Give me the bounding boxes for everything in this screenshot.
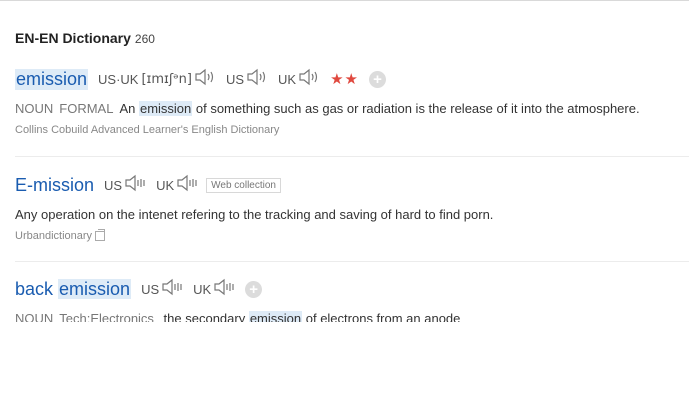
- pron-label-uk: UK: [156, 177, 175, 193]
- register-label: FORMAL: [59, 101, 114, 116]
- pron-label-us: US: [225, 71, 245, 87]
- definition-line: Any operation on the intenet refering to…: [15, 207, 494, 222]
- frequency-stars: ★★: [330, 71, 360, 88]
- speaker-icon[interactable]: [213, 278, 235, 301]
- plus-circle-icon[interactable]: +: [245, 280, 263, 298]
- definition-pre: the secondary: [159, 311, 249, 322]
- headword-link[interactable]: back emission: [15, 278, 132, 300]
- dict-entry-e-mission: E-mission US UK Web collection Any opera…: [15, 174, 689, 242]
- phonetic: [ɪmɪʃᵊn]: [141, 71, 192, 87]
- speaker-icon[interactable]: [298, 68, 320, 91]
- definition-post: of something such as gas or radiation is…: [192, 101, 640, 116]
- headword-highlight: emission: [58, 278, 132, 299]
- headword-link[interactable]: emission: [15, 68, 89, 90]
- web-collection-badge: Web collection: [206, 177, 281, 193]
- pron-label-us: US: [141, 281, 160, 297]
- entry-divider: [15, 261, 689, 262]
- definition-post: of electrons from an anode: [302, 311, 461, 322]
- definition-pre: An: [119, 101, 139, 116]
- dict-entry-emission: emission US·UK [ɪmɪʃᵊn] US UK ★★ + NOUN F…: [15, 68, 689, 136]
- entry-headline: back emission US UK +: [15, 278, 689, 300]
- pron-label-us-uk: US·UK: [98, 71, 139, 87]
- pron-label-uk: UK: [278, 71, 297, 87]
- source-text: Urbandictionary: [15, 230, 93, 242]
- section-title-text: EN-EN Dictionary: [15, 30, 131, 46]
- dict-entry-back-emission: back emission US UK + NOUN Tech:Electroni…: [15, 278, 689, 322]
- pron-label-us: US: [104, 177, 123, 193]
- headword-pre: back: [15, 278, 59, 299]
- results-list[interactable]: emission US·UK [ɪmɪʃᵊn] US UK ★★ + NOUN F…: [0, 60, 689, 322]
- result-count: 260: [134, 32, 155, 46]
- entry-divider: [15, 156, 689, 157]
- speaker-icon[interactable]: [124, 174, 146, 197]
- speaker-icon[interactable]: [246, 68, 268, 91]
- part-of-speech: NOUN: [15, 311, 54, 322]
- part-of-speech: NOUN: [15, 101, 54, 116]
- copy-icon[interactable]: [95, 229, 106, 242]
- top-divider: [0, 0, 689, 1]
- speaker-icon[interactable]: [176, 174, 198, 197]
- pron-label-uk: UK: [193, 281, 212, 297]
- definition-highlight: emission: [248, 311, 303, 322]
- source-label: Collins Cobuild Advanced Learner's Engli…: [15, 124, 280, 136]
- source-label: Urbandictionary: [15, 229, 689, 242]
- plus-circle-icon[interactable]: +: [369, 70, 387, 88]
- entry-headline: E-mission US UK Web collection: [15, 174, 689, 196]
- definition-line: NOUN FORMAL An emission of something such …: [15, 101, 689, 116]
- section-title: EN-EN Dictionary 260: [15, 30, 155, 46]
- definition-highlight: emission: [138, 101, 193, 116]
- entry-headline: emission US·UK [ɪmɪʃᵊn] US UK ★★ +: [15, 68, 689, 90]
- headword-link[interactable]: E-mission: [15, 175, 94, 196]
- definition-line: NOUN Tech:Electronics the secondary emiss…: [15, 311, 689, 322]
- domain-label: Tech:Electronics: [59, 311, 154, 322]
- speaker-icon[interactable]: [194, 68, 216, 91]
- speaker-icon[interactable]: [161, 278, 183, 301]
